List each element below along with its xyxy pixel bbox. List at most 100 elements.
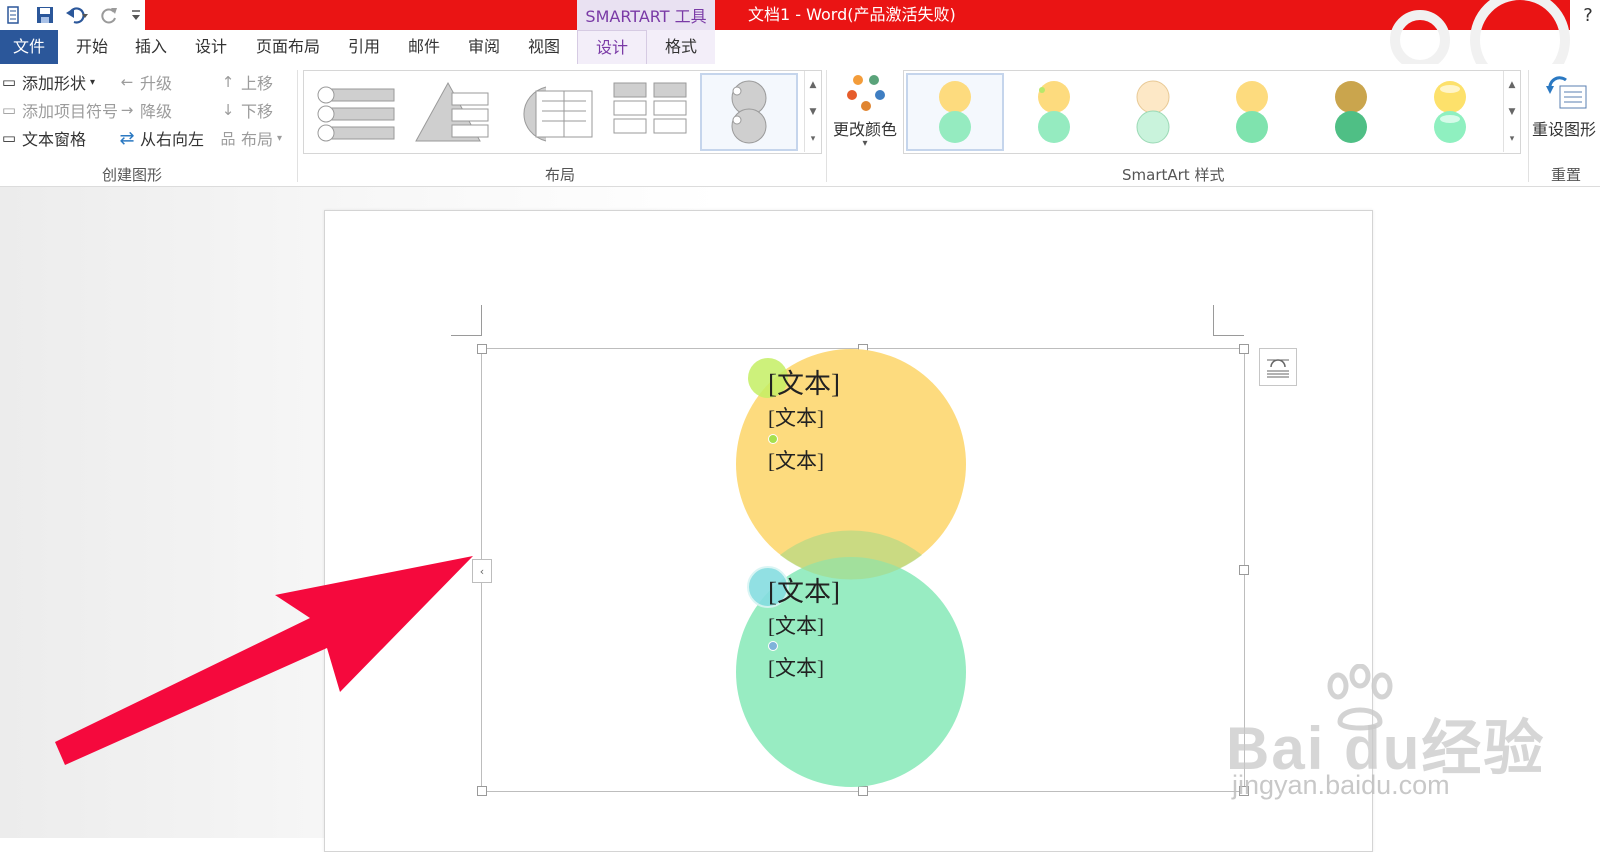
smartart-styles-group-label: SmartArt 样式 — [1122, 166, 1225, 184]
tab-smartart-design[interactable]: 设计 — [577, 30, 647, 65]
right-to-left-button[interactable]: ⇄ 从右向左 — [118, 126, 204, 150]
promote-label: 升级 — [140, 74, 173, 93]
background-decoration — [1390, 10, 1450, 70]
style-option[interactable] — [1205, 75, 1299, 149]
promote-button[interactable]: ← 升级 — [118, 70, 172, 94]
smartart-bullet-text[interactable]: [文本] — [768, 445, 824, 475]
ribbon: ▭ 添加形状 ▾ ▭ 添加项目符号 ▭ 文本窗格 ← 升级 → 降级 ⇄ 从右向… — [0, 64, 1600, 187]
layout-option-vertical-bullet-circles[interactable] — [310, 75, 404, 149]
tab-insert[interactable]: 插入 — [127, 30, 175, 64]
smartart-tools-context-label: SMARTART 工具 — [577, 0, 715, 30]
add-bullet-label: 添加项目符号 — [22, 102, 119, 121]
tab-home[interactable]: 开始 — [68, 30, 116, 64]
top-bullet-dot — [768, 434, 778, 444]
reset-graphic-label: 重设图形 — [1532, 120, 1597, 139]
smartart-title-text[interactable]: [文本] — [768, 570, 840, 609]
color-palette-icon — [847, 75, 885, 111]
style-option[interactable] — [1106, 75, 1200, 149]
layout-option-stacked-circles[interactable] — [700, 73, 798, 151]
layout-option-pyramid-list[interactable] — [408, 75, 502, 149]
arrow-down-icon: ↓ — [221, 101, 235, 119]
add-bullet-button[interactable]: ▭ 添加项目符号 — [0, 98, 118, 122]
window-title: 文档1 - Word(产品激活失败) — [748, 5, 956, 24]
arrow-up-icon: ↑ — [221, 73, 235, 91]
smartart-graphic — [736, 349, 966, 787]
add-shape-icon: ▭ — [1, 73, 17, 91]
layout-gallery: ▲ ▼ ▾ — [303, 70, 822, 154]
move-down-button[interactable]: ↓ 下移 — [219, 98, 273, 122]
swap-direction-icon: ⇄ — [119, 127, 135, 149]
undo-icon[interactable] — [66, 4, 88, 26]
demote-button[interactable]: → 降级 — [118, 98, 172, 122]
group-separator — [1528, 70, 1529, 182]
margin-crop-mark — [451, 305, 482, 336]
change-colors-label: 更改颜色 — [832, 120, 897, 139]
style-option[interactable] — [906, 73, 1004, 151]
create-graphic-group-label: 创建图形 — [102, 166, 163, 184]
add-shape-label: 添加形状 — [22, 74, 87, 93]
tab-references[interactable]: 引用 — [340, 30, 388, 64]
layout-option-table-list[interactable] — [604, 75, 698, 149]
layout-option-target-list[interactable] — [506, 75, 600, 149]
demote-label: 降级 — [140, 102, 173, 121]
reset-graphic-icon — [1546, 76, 1587, 109]
gallery-scroll-down-button[interactable]: ▼ — [1503, 98, 1520, 125]
arrow-left-icon: ← — [120, 73, 134, 91]
add-bullet-icon: ▭ — [1, 101, 17, 119]
tab-mailings[interactable]: 邮件 — [400, 30, 448, 64]
tab-smartart-format[interactable]: 格式 — [647, 30, 715, 64]
smartart-bullet-text[interactable]: [文本] — [768, 610, 824, 640]
paw-logo-icon — [1327, 664, 1393, 731]
chevron-down-icon: ▾ — [862, 138, 868, 149]
smartart-style-gallery: ▲ ▼ ▾ — [903, 70, 1521, 154]
layout-options-icon — [1267, 359, 1289, 378]
group-separator — [826, 70, 827, 182]
tab-view[interactable]: 视图 — [520, 30, 568, 64]
gallery-scroll-up-button[interactable]: ▲ — [804, 71, 821, 98]
style-option[interactable] — [1403, 75, 1497, 149]
customize-qat-icon[interactable] — [130, 4, 142, 26]
ribbon-tabs: 文件 开始 插入 设计 页面布局 引用 邮件 审阅 视图 设计 格式 — [0, 0, 1600, 90]
move-up-button[interactable]: ↑ 上移 — [219, 70, 273, 94]
text-pane-icon: ▭ — [1, 129, 17, 147]
layout-label: 布局 — [241, 130, 274, 149]
move-down-label: 下移 — [241, 102, 274, 121]
style-option[interactable] — [1304, 75, 1398, 149]
document-icon[interactable] — [2, 4, 24, 26]
help-button[interactable]: ? — [1576, 0, 1600, 30]
move-up-label: 上移 — [241, 74, 274, 93]
tab-file[interactable]: 文件 — [0, 30, 58, 64]
smartart-bullet-text[interactable]: [文本] — [768, 402, 824, 432]
text-pane-button[interactable]: ▭ 文本窗格 — [0, 126, 86, 150]
tab-design[interactable]: 设计 — [187, 30, 235, 64]
reset-graphic-button[interactable]: 重设图形 — [1532, 70, 1600, 156]
chevron-down-icon: ▾ — [90, 76, 96, 88]
reset-group-label: 重置 — [1551, 166, 1582, 184]
gallery-more-button[interactable]: ▾ — [804, 125, 821, 152]
arrow-right-icon: → — [120, 101, 134, 119]
chevron-down-icon: ▾ — [277, 132, 283, 144]
smartart-bullet-text[interactable]: [文本] — [768, 652, 824, 682]
tab-review[interactable]: 审阅 — [460, 30, 508, 64]
redo-icon[interactable] — [98, 4, 120, 26]
bottom-bullet-dot — [768, 641, 778, 651]
quick-access-toolbar — [0, 0, 142, 30]
layout-button[interactable]: 品 布局 ▾ — [219, 126, 282, 150]
tab-page-layout[interactable]: 页面布局 — [248, 30, 328, 64]
gallery-scroll-down-button[interactable]: ▼ — [804, 98, 821, 125]
save-icon[interactable] — [34, 4, 56, 26]
style-option[interactable] — [1007, 75, 1101, 149]
layout-options-button[interactable] — [1259, 348, 1297, 386]
add-shape-button[interactable]: ▭ 添加形状 ▾ — [0, 70, 95, 94]
group-separator — [297, 70, 298, 182]
annotation-arrow-icon — [55, 556, 473, 765]
layouts-group-label: 布局 — [545, 166, 576, 184]
watermark-url: jingyan.baidu.com — [1232, 770, 1450, 800]
margin-crop-mark — [1213, 305, 1244, 336]
smartart-title-text[interactable]: [文本] — [768, 362, 840, 401]
right-to-left-label: 从右向左 — [140, 130, 205, 149]
gallery-more-button[interactable]: ▾ — [1503, 125, 1520, 152]
change-colors-button[interactable]: 更改颜色 ▾ — [832, 70, 898, 156]
text-pane-label: 文本窗格 — [22, 130, 87, 149]
gallery-scroll-up-button[interactable]: ▲ — [1503, 71, 1520, 98]
